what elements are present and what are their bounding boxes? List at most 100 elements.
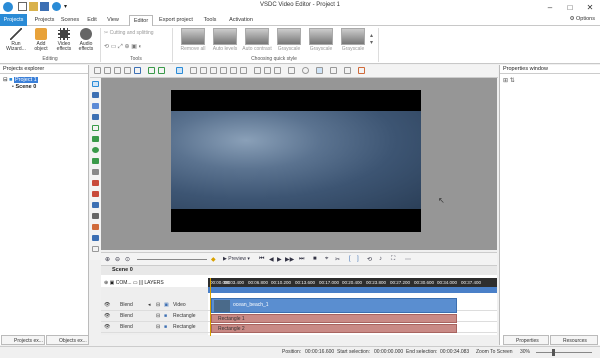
run-wizard-button[interactable]: Run Wizard...	[5, 28, 27, 52]
menu-activation[interactable]: Activation	[225, 15, 257, 26]
zoom-fit-icon[interactable]: ⊙	[125, 256, 130, 263]
polygon-tool-icon[interactable]	[92, 158, 99, 164]
sort-icon[interactable]: ⊞ ⇅	[503, 77, 515, 84]
zoom-slider[interactable]	[536, 352, 592, 353]
layer-tool-icon[interactable]	[92, 235, 99, 241]
rectangle-clip-2[interactable]: Rectangle 2	[211, 324, 457, 333]
eye-icon[interactable]: 👁	[104, 311, 110, 322]
fullscreen-icon[interactable]: ⛶	[391, 256, 395, 263]
video-effects-button[interactable]: Video effects	[54, 28, 74, 52]
expand-track-icon[interactable]: ⊟	[156, 322, 160, 333]
line-tool-icon[interactable]	[92, 125, 99, 131]
more-playback-icon[interactable]: ⋯	[405, 256, 411, 263]
zoom-out-icon[interactable]: ⊖	[115, 256, 120, 263]
layout-icon-4[interactable]	[220, 67, 227, 74]
subtitle-tool-icon[interactable]	[92, 202, 99, 208]
resources-window-tab[interactable]: Resources wi...	[550, 335, 598, 354]
blend-mode[interactable]: Blend	[120, 322, 133, 333]
visibility-icon[interactable]	[344, 67, 351, 74]
menu-projects[interactable]: Projects	[32, 15, 57, 26]
cursor-icon[interactable]	[94, 67, 101, 74]
minimize-button[interactable]: –	[540, 0, 560, 14]
layout-icon-6[interactable]	[240, 67, 247, 74]
loop-icon[interactable]: ⟲	[367, 256, 372, 263]
quick-style-remove-all[interactable]: Remove all	[178, 28, 208, 52]
maximize-button[interactable]: □	[560, 0, 580, 14]
menu-export-project[interactable]: Export project	[157, 15, 195, 26]
projects-explorer-tab[interactable]: Projects ex...	[1, 335, 45, 345]
quick-style-grayscale-3[interactable]: Grayscale	[338, 28, 368, 52]
align-left-icon[interactable]	[254, 67, 261, 74]
crop-icon[interactable]	[114, 67, 121, 74]
blend-mode[interactable]: Blend	[120, 300, 133, 311]
zoom-in-icon[interactable]: ⊕	[105, 256, 110, 263]
menu-edit[interactable]: Edit	[83, 15, 101, 26]
order-icon[interactable]	[302, 67, 309, 74]
step-back-icon[interactable]: ◀	[269, 256, 274, 263]
options-button[interactable]: ⚙ Options	[570, 16, 595, 22]
ellipse-tool-icon[interactable]	[92, 147, 99, 153]
add-object-button[interactable]: Add object	[30, 28, 52, 52]
menu-view[interactable]: View	[103, 15, 123, 26]
movement-tool-icon[interactable]	[92, 191, 99, 197]
volume-icon[interactable]: ♪	[379, 256, 382, 262]
tree-project[interactable]: ⊟ ■ Project 1	[0, 77, 88, 84]
undo-icon[interactable]	[148, 67, 155, 74]
speaker-icon[interactable]: ◂	[148, 300, 151, 311]
align-right-icon[interactable]	[274, 67, 281, 74]
menu-tools[interactable]: Tools	[199, 15, 221, 26]
chart-tool-icon[interactable]	[92, 180, 99, 186]
align-center-icon[interactable]	[264, 67, 271, 74]
lock-icon[interactable]	[330, 67, 337, 74]
tree-scene[interactable]: ▪ Scene 0	[0, 84, 88, 91]
properties-window-tab[interactable]: Properties wi...	[503, 335, 549, 354]
distribute-icon[interactable]	[288, 67, 295, 74]
align-icon[interactable]	[134, 67, 141, 74]
quick-style-auto-levels[interactable]: Auto levels	[210, 28, 240, 52]
pointer-tool-icon[interactable]	[92, 81, 99, 87]
go-start-icon[interactable]: ⏮	[259, 256, 264, 263]
cutting-splitting-button[interactable]: ✂ Cutting and splitting	[104, 30, 154, 36]
snap-icon[interactable]	[176, 67, 183, 74]
snap-marker-icon[interactable]: ◆	[211, 256, 216, 263]
color-icon[interactable]	[358, 67, 365, 74]
cut-icon[interactable]: ✂	[335, 256, 340, 263]
layout-icon-1[interactable]	[190, 67, 197, 74]
quick-style-auto-contrast[interactable]: Auto contrast	[242, 28, 272, 52]
redo-icon[interactable]	[158, 67, 165, 74]
zoom-value[interactable]: 30%	[520, 347, 530, 358]
scene-tab[interactable]: Scene 0	[112, 267, 133, 273]
timeline-ruler[interactable]: 00:00.000 00:03.400 00:06.800 00:10.200 …	[208, 278, 497, 287]
image-tool-icon[interactable]	[92, 103, 99, 109]
stop-icon[interactable]: ■	[313, 256, 317, 262]
tools-icons-row[interactable]: ⟲ ▭ ⤢ ⊕ ▣ ◐	[104, 43, 142, 51]
mark-out-icon[interactable]: ]	[357, 256, 359, 262]
zoom-slider-thumb[interactable]	[552, 349, 555, 356]
play-pause-icon[interactable]: ▶	[277, 256, 282, 263]
eye-icon[interactable]: 👁	[104, 322, 110, 333]
zoom-to-screen-button[interactable]: Zoom To Screen	[476, 347, 513, 358]
scene-range-bar[interactable]	[208, 287, 497, 293]
select-icon[interactable]	[104, 67, 111, 74]
playhead-cursor[interactable]	[210, 278, 211, 336]
menu-scenes[interactable]: Scenes	[59, 15, 81, 26]
audio-tool-icon[interactable]	[92, 224, 99, 230]
video-tool-icon[interactable]	[92, 92, 99, 98]
go-end-icon[interactable]: ⏭	[299, 256, 304, 263]
close-button[interactable]: ✕	[580, 0, 600, 14]
quick-style-scroll-icon[interactable]: ▴ ▾	[370, 32, 373, 46]
quick-style-grayscale-2[interactable]: Grayscale	[306, 28, 336, 52]
add-track-icon[interactable]: ⊕ ▣	[104, 280, 116, 286]
preview-button[interactable]: ▶ Preview ▾	[223, 256, 250, 262]
marker-icon[interactable]: ⌖	[325, 256, 328, 263]
text-tool-icon[interactable]	[92, 114, 99, 120]
mask-tool-icon[interactable]	[92, 213, 99, 219]
zoom-slider[interactable]	[137, 259, 207, 260]
projects-tab[interactable]: Projects	[0, 14, 27, 26]
audio-effects-button[interactable]: Audio effects	[76, 28, 96, 52]
mark-in-icon[interactable]: [	[349, 256, 351, 262]
grid-icon[interactable]	[124, 67, 131, 74]
quick-style-grayscale-1[interactable]: Grayscale	[274, 28, 304, 52]
objects-explorer-tab[interactable]: Objects ex...	[46, 335, 89, 345]
rectangle-tool-icon[interactable]	[92, 136, 99, 142]
